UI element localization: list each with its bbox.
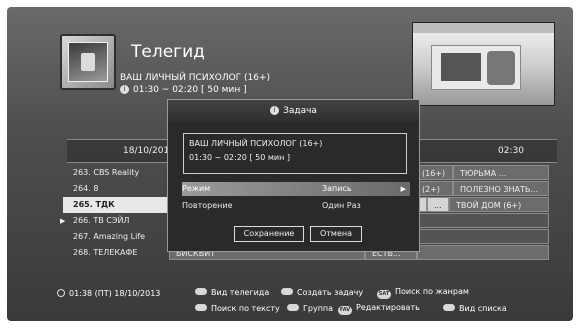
footer-legend: 01:38 (ПТ) 18/10/2013 Вид телегида Созда…: [7, 277, 573, 321]
video-preview: [412, 22, 555, 106]
save-button[interactable]: Сохранение: [234, 226, 304, 242]
dialog-program-info: ВАШ ЛИЧНЫЙ ПСИХОЛОГ (16+) 01:30 ~ 02:20 …: [183, 133, 407, 174]
mode-value: Запись: [322, 184, 352, 193]
legend-label: Поиск по жанрам: [395, 287, 469, 296]
tv-guide-logo-icon: [60, 34, 116, 90]
channel-label: 268. ТЕЛЕКАФЕ: [73, 248, 138, 257]
dialog-program-title: ВАШ ЛИЧНЫЙ ПСИХОЛОГ (16+): [189, 139, 323, 148]
program-cell[interactable]: ТВОЙ ДОМ (6+): [449, 197, 549, 212]
legend-group: Группа: [287, 304, 333, 313]
repeat-value: Один Раз: [322, 201, 361, 210]
repeat-option-row[interactable]: Повторение Один Раз: [182, 199, 410, 213]
repeat-label: Повторение: [182, 201, 233, 210]
info-icon: i: [120, 85, 129, 94]
legend-label: Группа: [303, 304, 334, 313]
dialog-title-bar: i Задача: [168, 100, 419, 122]
legend-label: Вид телегида: [211, 288, 270, 297]
yellow-key-icon: [195, 304, 207, 311]
legend-genre-search: SAT Поиск по жанрам: [377, 287, 469, 299]
program-cell[interactable]: ТЮРЬМА ...: [453, 165, 549, 180]
dialog-program-time: 01:30 ~ 02:20 [ 50 мин ]: [189, 153, 290, 162]
chevron-right-icon[interactable]: ▶: [401, 182, 406, 196]
timeline-time-slot: 02:30: [498, 146, 524, 156]
blue-key-icon: [287, 304, 299, 311]
channel-row[interactable]: 264. 8: [63, 181, 167, 197]
dialog-title: Задача: [283, 106, 317, 116]
channel-label: 267. Amazing Life: [73, 232, 146, 241]
info-icon: i: [270, 106, 280, 115]
channel-label: 265. ТДК: [73, 200, 115, 209]
mode-option-row[interactable]: Режим Запись ▶: [182, 182, 410, 196]
red-key-icon: [195, 288, 207, 295]
program-cell[interactable]: (2+): [415, 181, 453, 196]
current-program-title: ВАШ ЛИЧНЫЙ ПСИХОЛОГ (16+): [120, 73, 271, 83]
clock-icon: [57, 289, 65, 297]
channel-label: 263. CBS Reality: [73, 168, 140, 177]
legend-edit: FAV Редактировать: [338, 303, 420, 315]
legend-guide-view: Вид телегида: [195, 288, 269, 297]
fav-key-icon: FAV: [338, 306, 352, 315]
task-dialog: i Задача ВАШ ЛИЧНЫЙ ПСИХОЛОГ (16+) 01:30 …: [167, 99, 420, 252]
current-program-time: 01:30 ~ 02:20 [ 50 мин ]: [133, 85, 247, 95]
channel-label: 264. 8: [73, 184, 99, 193]
sat-key-icon: SAT: [377, 290, 391, 299]
legend-list-view: Вид списка: [443, 304, 507, 313]
mode-label: Режим: [182, 184, 211, 193]
page-title: Телегид: [131, 42, 205, 62]
program-cell[interactable]: ПОЛЕЗНО ЗНАТЬ...: [453, 181, 549, 196]
program-cell[interactable]: [417, 245, 549, 260]
legend-text-search: Поиск по тексту: [195, 304, 280, 313]
channel-row-selected[interactable]: 265. ТДК: [63, 197, 167, 213]
channel-row[interactable]: 263. CBS Reality: [63, 165, 167, 181]
epg-screen: Телегид ВАШ ЛИЧНЫЙ ПСИХОЛОГ (16+) i 01:30…: [7, 7, 573, 321]
channel-row[interactable]: 268. ТЕЛЕКАФЕ: [63, 245, 167, 261]
legend-label: Поиск по тексту: [211, 304, 280, 313]
play-marker-icon: ▶: [60, 217, 66, 225]
clock-text: 01:38 (ПТ) 18/10/2013: [69, 289, 161, 298]
channel-list: 263. CBS Reality 264. 8 265. ТДК ▶ 266. Т…: [60, 165, 167, 261]
list-key-icon: [443, 304, 455, 311]
clock: 01:38 (ПТ) 18/10/2013: [57, 289, 160, 298]
current-program-time-row: i 01:30 ~ 02:20 [ 50 мин ]: [120, 85, 247, 95]
program-cell[interactable]: ...: [427, 197, 449, 212]
channel-row[interactable]: 267. Amazing Life: [63, 229, 167, 245]
cancel-button[interactable]: Отмена: [310, 226, 362, 242]
legend-label: Редактировать: [356, 303, 420, 312]
legend-label: Вид списка: [459, 304, 507, 313]
channel-row[interactable]: ▶ 266. ТВ СЭЙЛ: [60, 213, 167, 229]
program-cell[interactable]: (16+): [415, 165, 453, 180]
green-key-icon: [281, 288, 293, 295]
channel-label: 266. ТВ СЭЙЛ: [73, 216, 130, 225]
legend-label: Создать задачу: [297, 288, 364, 297]
legend-create-task: Создать задачу: [281, 288, 363, 297]
